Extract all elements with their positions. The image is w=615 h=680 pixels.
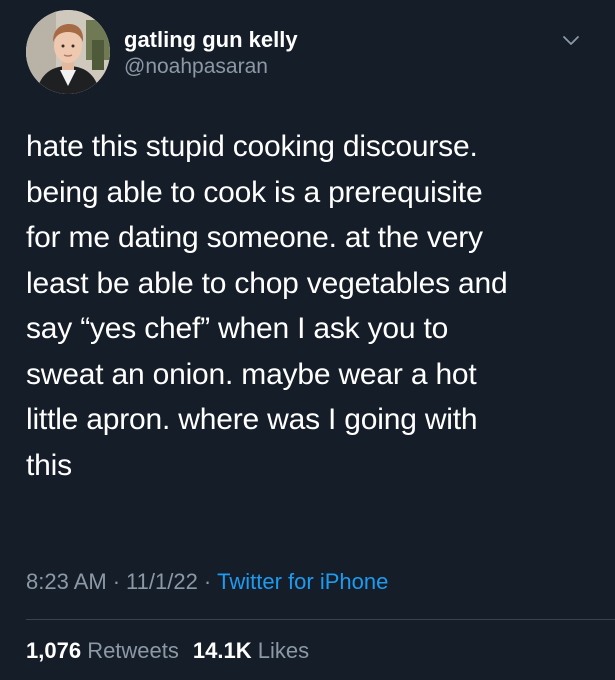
chevron-down-icon <box>563 36 579 45</box>
tweet-source-link[interactable]: Twitter for iPhone <box>217 569 388 594</box>
likes-count: 14.1K <box>192 638 252 663</box>
tweet-stats: 1,076 Retweets 14.1K Likes <box>26 637 309 665</box>
tweet-card: gatling gun kelly @noahpasaran hate this… <box>0 0 615 680</box>
profile-photo-icon <box>26 10 110 94</box>
avatar[interactable] <box>26 10 110 94</box>
tweet-text: hate this stupid cooking discourse. bein… <box>26 130 508 482</box>
retweets-stat[interactable]: 1,076 Retweets <box>26 638 179 663</box>
tweet-date[interactable]: 11/1/22 <box>126 569 198 594</box>
tweet-menu-button[interactable] <box>559 28 583 52</box>
likes-stat[interactable]: 14.1K Likes <box>193 638 309 663</box>
divider <box>26 619 615 620</box>
user-handle[interactable]: @noahpasaran <box>124 54 298 80</box>
tweet-header: gatling gun kelly @noahpasaran <box>26 10 591 100</box>
retweets-label: Retweets <box>87 638 179 663</box>
likes-label: Likes <box>257 638 310 663</box>
meta-separator: · <box>203 569 212 594</box>
tweet-time[interactable]: 8:23 AM <box>26 569 107 594</box>
meta-separator: · <box>112 569 121 594</box>
display-name[interactable]: gatling gun kelly <box>124 26 298 54</box>
author-info: gatling gun kelly @noahpasaran <box>124 26 298 80</box>
retweets-count: 1,076 <box>26 638 82 663</box>
tweet-meta: 8:23 AM · 11/1/22 · Twitter for iPhone <box>26 568 388 596</box>
